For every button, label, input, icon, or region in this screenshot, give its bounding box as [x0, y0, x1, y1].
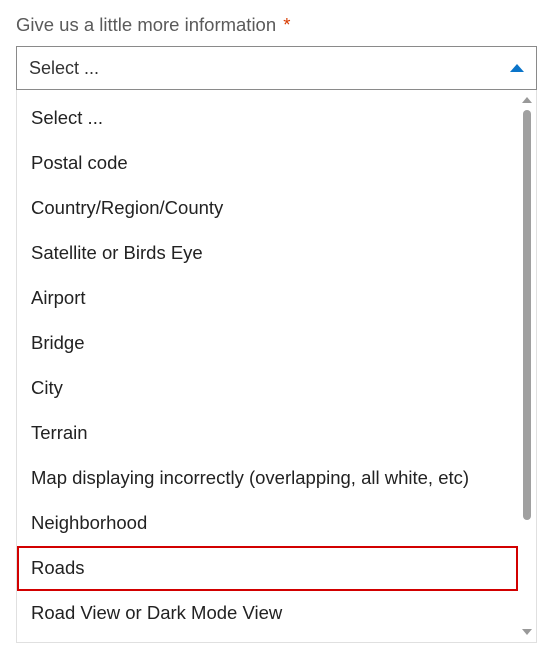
select-dropdown[interactable]: Select ...: [16, 46, 537, 90]
dropdown-option[interactable]: City: [17, 366, 518, 411]
dropdown-option[interactable]: Neighborhood: [17, 501, 518, 546]
dropdown-option[interactable]: Country/Region/County: [17, 186, 518, 231]
scrollbar[interactable]: [520, 94, 534, 638]
dropdown-items-container: Select ...Postal codeCountry/Region/Coun…: [17, 90, 518, 642]
scroll-up-icon[interactable]: [522, 97, 532, 103]
required-indicator: *: [283, 14, 290, 35]
scroll-down-icon[interactable]: [522, 629, 532, 635]
field-label-text: Give us a little more information: [16, 14, 276, 35]
dropdown-option[interactable]: Road View or Dark Mode View: [17, 591, 518, 636]
dropdown-option[interactable]: Postal code: [17, 141, 518, 186]
dropdown-option[interactable]: Airport: [17, 276, 518, 321]
dropdown-option[interactable]: Terrain: [17, 411, 518, 456]
dropdown-option[interactable]: Satellite or Birds Eye: [17, 231, 518, 276]
chevron-up-icon: [510, 64, 524, 72]
dropdown-list: Select ...Postal codeCountry/Region/Coun…: [16, 90, 537, 643]
dropdown-option[interactable]: Map displaying incorrectly (overlapping,…: [17, 456, 518, 501]
scroll-thumb[interactable]: [523, 110, 531, 520]
select-current-value: Select ...: [29, 58, 99, 79]
dropdown-option[interactable]: Roads: [17, 546, 518, 591]
field-label: Give us a little more information *: [16, 14, 537, 36]
dropdown-option[interactable]: Bridge: [17, 321, 518, 366]
dropdown-option[interactable]: Select ...: [17, 96, 518, 141]
